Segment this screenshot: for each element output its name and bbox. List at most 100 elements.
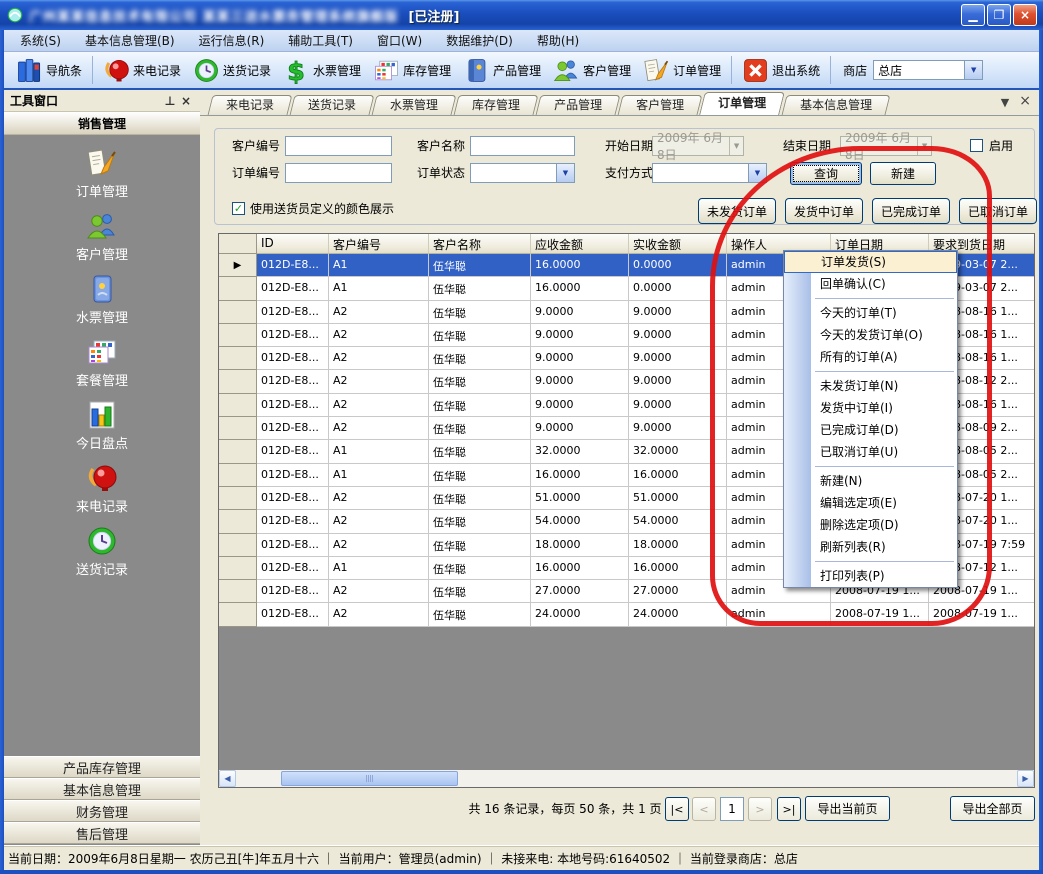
- toolbar-button-送货记录[interactable]: 送货记录: [187, 57, 277, 84]
- order-no-input[interactable]: [285, 163, 392, 183]
- prev-page-button[interactable]: <: [692, 797, 716, 821]
- scroll-left-icon[interactable]: ◀: [219, 770, 236, 787]
- horizontal-scrollbar[interactable]: ◀ ▶: [219, 770, 1034, 787]
- sidebar-item-今日盘点[interactable]: 今日盘点: [4, 399, 200, 462]
- row-selector[interactable]: [219, 534, 257, 557]
- row-selector[interactable]: [219, 301, 257, 324]
- row-selector[interactable]: [219, 510, 257, 533]
- shop-select[interactable]: 总店▼: [873, 60, 983, 80]
- last-page-button[interactable]: >|: [777, 797, 801, 821]
- menu-item[interactable]: 帮助(H): [525, 30, 591, 51]
- toolbar-button-水票管理[interactable]: $水票管理: [277, 57, 367, 84]
- pin-icon[interactable]: ⊥: [162, 93, 178, 109]
- row-selector[interactable]: [219, 370, 257, 393]
- toolbar-button-库存管理[interactable]: 库存管理: [367, 57, 457, 84]
- chevron-down-icon[interactable]: ▼: [1001, 96, 1009, 109]
- filter-button-发货中订单[interactable]: 发货中订单: [785, 198, 863, 224]
- pay-method-select[interactable]: ▼: [652, 163, 767, 183]
- sidebar-item-订单管理[interactable]: 订单管理: [4, 147, 200, 210]
- toolbar-button-客户管理[interactable]: 客户管理: [547, 57, 637, 84]
- menu-item[interactable]: 数据维护(D): [434, 30, 525, 51]
- context-menu-item-编辑选定项(E)[interactable]: 编辑选定项(E): [784, 492, 957, 514]
- context-menu-item-删除选定项(D)[interactable]: 删除选定项(D): [784, 514, 957, 536]
- filter-button-已取消订单[interactable]: 已取消订单: [959, 198, 1037, 224]
- sidebar-item-送货记录[interactable]: 送货记录: [4, 525, 200, 588]
- toolbar-button-产品管理[interactable]: 产品管理: [457, 57, 547, 84]
- column-header-客户编号[interactable]: 客户编号: [329, 234, 429, 254]
- enable-checkbox[interactable]: [970, 139, 983, 152]
- export-current-page-button[interactable]: 导出当前页: [805, 796, 890, 821]
- row-selector[interactable]: [219, 440, 257, 463]
- row-selector[interactable]: [219, 464, 257, 487]
- toolbar-button-订单管理[interactable]: 订单管理: [637, 57, 727, 84]
- context-menu-item-已取消订单(U)[interactable]: 已取消订单(U): [784, 441, 957, 463]
- close-button[interactable]: ×: [1013, 4, 1037, 26]
- row-selector[interactable]: [219, 277, 257, 300]
- menu-item[interactable]: 运行信息(R): [187, 30, 277, 51]
- row-selector[interactable]: [219, 487, 257, 510]
- customer-no-input[interactable]: [285, 136, 392, 156]
- sidebar-item-来电记录[interactable]: 来电记录: [4, 462, 200, 525]
- sidebar-section-sales[interactable]: 销售管理: [4, 112, 200, 135]
- row-selector[interactable]: [219, 324, 257, 347]
- context-menu-item-打印列表(P)[interactable]: 打印列表(P): [784, 565, 957, 587]
- color-checkbox[interactable]: ✓: [232, 202, 245, 215]
- chevron-down-icon[interactable]: ▼: [748, 164, 766, 182]
- chevron-down-icon[interactable]: ▼: [917, 137, 931, 155]
- start-date-picker[interactable]: 2009年 6月 8日▼: [652, 136, 744, 156]
- row-selector[interactable]: [219, 603, 257, 626]
- context-menu-item-所有的订单(A)[interactable]: 所有的订单(A): [784, 346, 957, 368]
- toolbar-button-导航条[interactable]: 导航条: [10, 57, 88, 84]
- tab-close-icon[interactable]: ×: [1019, 96, 1031, 109]
- column-header-ID[interactable]: ID: [257, 234, 329, 254]
- context-menu-item-回单确认(C)[interactable]: 回单确认(C): [784, 273, 957, 295]
- table-row[interactable]: 012D-E8...A2伍华聪24.000024.0000admin2008-0…: [219, 603, 1034, 626]
- column-header-客户名称[interactable]: 客户名称: [429, 234, 531, 254]
- new-button[interactable]: 新建: [870, 162, 936, 185]
- sidebar-section-产品库存管理[interactable]: 产品库存管理: [4, 756, 200, 778]
- sidebar-item-客户管理[interactable]: 客户管理: [4, 210, 200, 273]
- menu-item[interactable]: 窗口(W): [365, 30, 434, 51]
- close-icon[interactable]: ×: [178, 93, 194, 109]
- row-selector[interactable]: [219, 557, 257, 580]
- context-menu-item-发货中订单(I)[interactable]: 发货中订单(I): [784, 397, 957, 419]
- chevron-down-icon[interactable]: ▼: [556, 164, 574, 182]
- first-page-button[interactable]: |<: [665, 797, 689, 821]
- sidebar-section-售后管理[interactable]: 售后管理: [4, 822, 200, 844]
- tab-产品管理[interactable]: 产品管理: [538, 95, 618, 115]
- column-header-实收金额[interactable]: 实收金额: [629, 234, 727, 254]
- sidebar-section-基本信息管理[interactable]: 基本信息管理: [4, 778, 200, 800]
- tab-基本信息管理[interactable]: 基本信息管理: [784, 95, 888, 115]
- filter-button-未发货订单[interactable]: 未发货订单: [698, 198, 776, 224]
- query-button[interactable]: 查询: [790, 162, 862, 185]
- tab-订单管理[interactable]: 订单管理: [702, 92, 782, 115]
- chevron-down-icon[interactable]: ▼: [729, 137, 743, 155]
- page-number-input[interactable]: 1: [720, 797, 744, 821]
- context-menu-item-今天的订单(T)[interactable]: 今天的订单(T): [784, 302, 957, 324]
- row-selector[interactable]: [219, 580, 257, 603]
- tab-来电记录[interactable]: 来电记录: [210, 95, 290, 115]
- menu-item[interactable]: 基本信息管理(B): [73, 30, 187, 51]
- scrollbar-thumb[interactable]: [281, 771, 458, 786]
- sidebar-item-水票管理[interactable]: 水票管理: [4, 273, 200, 336]
- tab-送货记录[interactable]: 送货记录: [292, 95, 372, 115]
- column-header-应收金额[interactable]: 应收金额: [531, 234, 629, 254]
- chevron-down-icon[interactable]: ▼: [964, 61, 982, 79]
- row-selector[interactable]: [219, 394, 257, 417]
- sidebar-item-套餐管理[interactable]: 套餐管理: [4, 336, 200, 399]
- context-menu-item-未发货订单(N)[interactable]: 未发货订单(N): [784, 375, 957, 397]
- customer-name-input[interactable]: [470, 136, 575, 156]
- toolbar-button-退出系统[interactable]: 退出系统: [736, 57, 826, 84]
- tab-库存管理[interactable]: 库存管理: [456, 95, 536, 115]
- row-selector[interactable]: ▶: [219, 254, 257, 277]
- context-menu-item-刷新列表(R)[interactable]: 刷新列表(R): [784, 536, 957, 558]
- row-selector[interactable]: [219, 347, 257, 370]
- row-selector[interactable]: [219, 417, 257, 440]
- tab-水票管理[interactable]: 水票管理: [374, 95, 454, 115]
- export-all-pages-button[interactable]: 导出全部页: [950, 796, 1035, 821]
- toolbar-button-来电记录[interactable]: 来电记录: [97, 57, 187, 84]
- menu-item[interactable]: 辅助工具(T): [276, 30, 365, 51]
- context-menu-item-今天的发货订单(O)[interactable]: 今天的发货订单(O): [784, 324, 957, 346]
- end-date-picker[interactable]: 2009年 6月 8日▼: [840, 136, 932, 156]
- menu-item[interactable]: 系统(S): [8, 30, 73, 51]
